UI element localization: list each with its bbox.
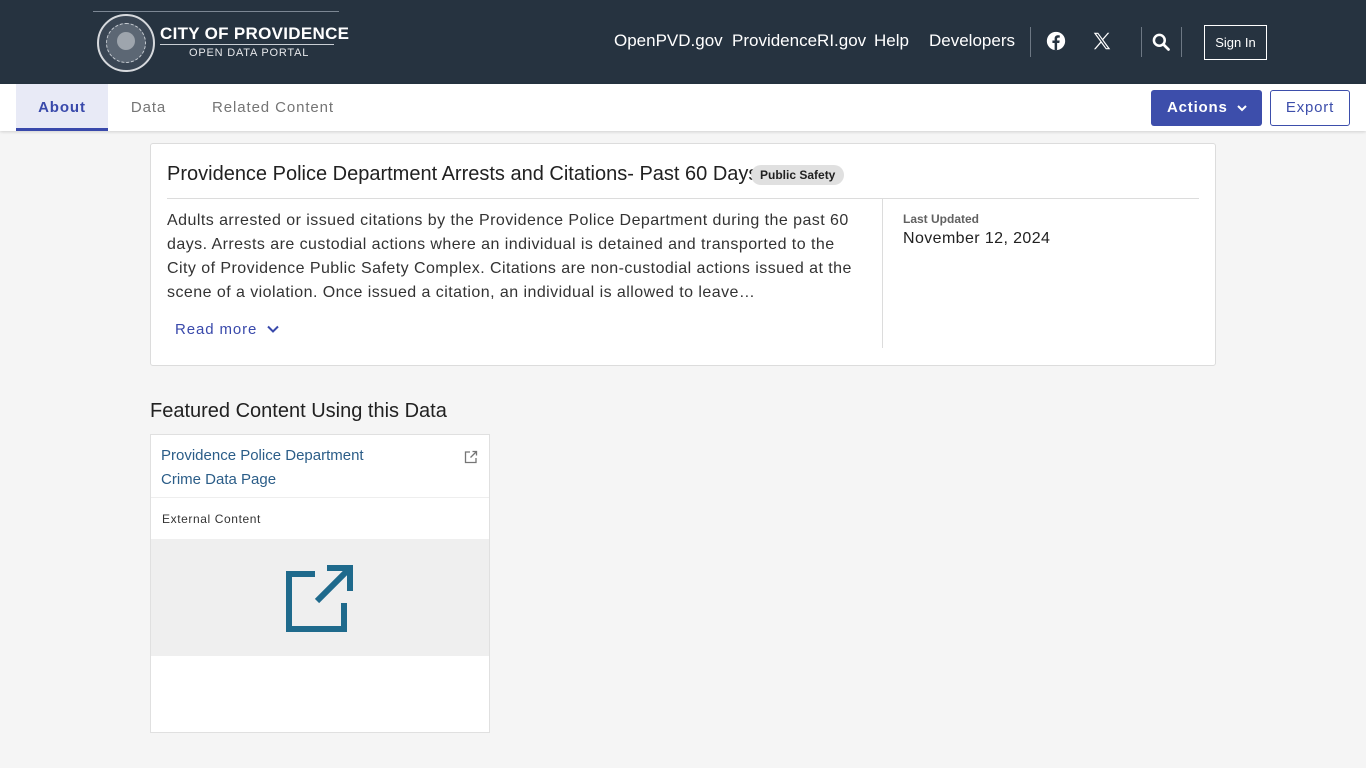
featured-content-heading: Featured Content Using this Data (150, 400, 447, 422)
card-column-divider (882, 199, 883, 348)
dataset-title: Providence Police Department Arrests and… (167, 163, 759, 185)
dataset-info-card: Providence Police Department Arrests and… (150, 143, 1216, 366)
actions-button[interactable]: Actions (1151, 90, 1262, 126)
featured-content-type: External Content (162, 512, 261, 526)
header-divider (1141, 27, 1142, 57)
sign-in-button[interactable]: Sign In (1204, 25, 1267, 60)
nav-link-help[interactable]: Help (874, 31, 909, 51)
card-divider (167, 198, 1199, 199)
logo-divider (160, 44, 334, 45)
external-link-icon[interactable] (463, 449, 479, 465)
read-more-button[interactable]: Read more (175, 321, 280, 338)
export-button[interactable]: Export (1270, 90, 1350, 126)
read-more-label: Read more (175, 321, 258, 338)
nav-link-developers[interactable]: Developers (929, 31, 1015, 51)
chevron-down-icon (1236, 90, 1248, 140)
external-content-icon (286, 565, 353, 632)
facebook-icon[interactable] (1045, 30, 1067, 52)
last-updated-label: Last Updated (903, 212, 980, 226)
site-header: CITY OF PROVIDENCE OPEN DATA PORTAL Open… (0, 0, 1366, 84)
nav-link-openpvd[interactable]: OpenPVD.gov (614, 31, 723, 51)
featured-card-divider (151, 497, 489, 498)
actions-button-label: Actions (1167, 99, 1228, 116)
dataset-description: Adults arrested or issued citations by t… (167, 212, 852, 301)
site-logo[interactable]: CITY OF PROVIDENCE OPEN DATA PORTAL (93, 11, 349, 73)
nav-link-providenceri[interactable]: ProvidenceRI.gov (732, 31, 866, 51)
category-badge[interactable]: Public Safety (751, 165, 845, 185)
last-updated-value: November 12, 2024 (903, 230, 1051, 247)
search-icon[interactable] (1151, 32, 1171, 52)
tab-data[interactable]: Data (116, 84, 181, 131)
featured-content-title[interactable]: Providence Police Department Crime Data … (161, 444, 381, 492)
tab-related-content[interactable]: Related Content (198, 84, 348, 131)
tab-about[interactable]: About (16, 84, 108, 131)
featured-content-thumbnail[interactable] (151, 539, 489, 656)
city-seal-icon (97, 14, 155, 72)
logo-subtitle: OPEN DATA PORTAL (189, 47, 310, 59)
header-divider (1030, 27, 1031, 57)
featured-content-card[interactable]: Providence Police Department Crime Data … (150, 434, 490, 733)
header-divider (1181, 27, 1182, 57)
dataset-tab-bar: About Data Related Content Actions Expor… (0, 84, 1366, 131)
chevron-down-icon (267, 325, 280, 333)
logo-title: CITY OF PROVIDENCE (160, 24, 350, 43)
x-twitter-icon[interactable] (1091, 30, 1113, 52)
